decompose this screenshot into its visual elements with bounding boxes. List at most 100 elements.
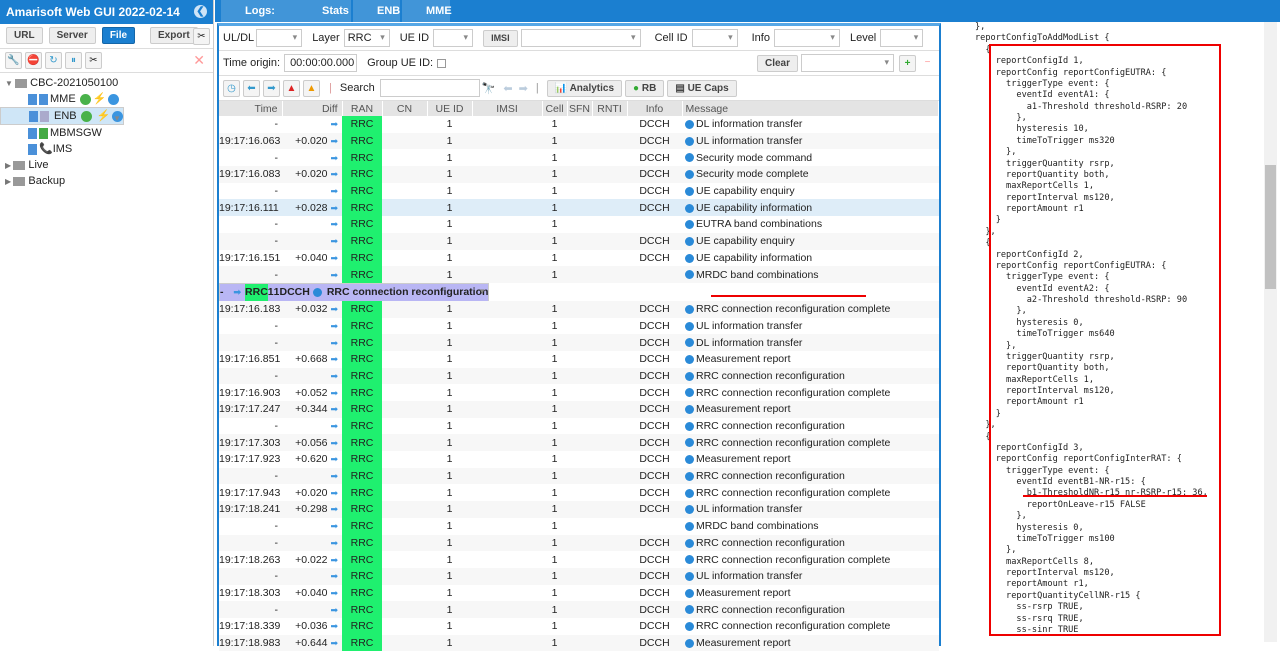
table-row[interactable]: 19:17:18.263 +0.022 ➡ RRC 1 1 DCCH RRC connect… [219,551,939,568]
arrow-left-icon[interactable]: ⬅ [243,79,260,97]
tree-root[interactable]: ▼ CBC-2021050100 [0,75,213,91]
rb-button[interactable]: ● RB [625,79,665,97]
table-row[interactable]: - ➡ RRC 1 1 DCCH UE capability enquiry [219,232,939,250]
col-time[interactable]: Time [219,101,283,116]
table-row[interactable]: 19:17:18.983 +0.644 ➡ RRC 1 1 DCCH Measurement… [219,634,939,651]
table-row[interactable]: - ➡ RRC 1 1 DCCH UL information transfer [219,317,939,335]
tree-item-ims[interactable]: 📞IMS [0,141,213,157]
url-button[interactable]: URL [6,27,43,44]
table-row[interactable]: - ➡ RRC 1 1 DCCH RRC connection reconfigurati… [219,367,939,385]
settings-icon[interactable]: ✂ [193,28,210,45]
tab-stats[interactable]: Stats [298,0,352,22]
table-row[interactable]: - ➡ RRC 1 1 DCCH UE capability enquiry [219,182,939,200]
close-icon[interactable]: ✕ [193,52,205,69]
table-row[interactable]: - ➡ RRC 1 1 DCCH Security mode command [219,149,939,167]
table-row[interactable]: - ➡ RRC 1 1 DCCH RRC connection reconfigurati… [219,534,939,552]
table-row[interactable]: 19:17:16.063 +0.020 ➡ RRC 1 1 DCCH UL informat… [219,132,939,150]
col-diff[interactable]: Diff [282,101,343,116]
warning-icon[interactable]: ▲ [303,79,320,97]
col-cn[interactable]: CN [382,101,428,116]
uecaps-button[interactable]: ▤ UE Caps [667,79,737,97]
col-info[interactable]: Info [627,101,683,116]
info-select[interactable] [773,29,840,47]
layer-select[interactable]: RRC [343,29,390,47]
ueid-select[interactable] [433,29,474,47]
table-row[interactable]: - ➡ RRC 1 1 MRDC band combinations [219,266,939,283]
play-icon[interactable] [112,110,124,122]
remove-icon[interactable]: − [919,55,936,72]
tree-item-mbmsgw[interactable]: MBMSGW [0,125,213,141]
next-icon[interactable]: ➡ [519,82,528,95]
tab-logs[interactable]: Logs: 13416 [221,0,306,39]
cellid-select[interactable] [691,29,738,47]
table-row[interactable]: 19:17:16.083 +0.020 ➡ RRC 1 1 DCCH Security mo… [219,166,939,183]
table-row[interactable]: - ➡ RRC 1 1 EUTRA band combinations [219,216,939,233]
table-row[interactable]: 19:17:16.111 +0.028 ➡ RRC 1 1 DCCH UE capabili… [219,199,939,217]
tree-backup[interactable]: ▶ Backup [0,173,213,189]
export-button[interactable]: Export [150,27,198,44]
collapse-icon[interactable]: ❮ [194,5,207,18]
table-row[interactable]: - ➡ RRC 1 1 DCCH RRC connection reconfigurati… [219,282,490,301]
table-row[interactable]: - ➡ RRC 1 1 DCCH RRC connection reconfigurati… [219,467,939,485]
table-row[interactable]: - ➡ RRC 1 1 DCCH DL information transfer [219,116,939,133]
tree-item-enb[interactable]: ENB ⚡ [0,107,125,126]
table-row[interactable]: 19:17:16.151 +0.040 ➡ RRC 1 1 DCCH UE capabili… [219,249,939,267]
add-icon[interactable]: + [899,54,916,72]
clock-icon[interactable]: ◷ [223,79,240,97]
filter-select[interactable] [801,54,894,72]
table-row[interactable]: - ➡ RRC 1 1 DCCH RRC connection reconfigurati… [219,417,939,435]
imsi-select[interactable] [520,29,641,47]
ran-cell: RRC [342,417,382,435]
rnti-cell [592,518,627,535]
table-row[interactable]: - ➡ RRC 1 1 DCCH UL information transfer [219,567,939,585]
message-cell: Measurement report [682,351,939,368]
tab-enb[interactable]: ENB [353,0,401,22]
table-row[interactable]: - ➡ RRC 1 1 DCCH RRC connection reconfigurati… [219,601,939,618]
table-row[interactable]: 19:17:18.339 +0.036 ➡ RRC 1 1 DCCH RRC connect… [219,617,939,635]
binoculars-icon[interactable]: 🔭 [482,82,496,95]
table-row[interactable]: 19:17:16.183 +0.032 ➡ RRC 1 1 DCCH RRC connect… [219,300,939,318]
search-input[interactable] [379,79,480,97]
imsi-button[interactable]: IMSI [483,29,518,47]
analytics-button[interactable]: 📊 Analytics [546,79,623,97]
play-icon[interactable] [108,93,120,105]
table-row[interactable]: 19:17:17.923 +0.620 ➡ RRC 1 1 DCCH Measurement… [219,451,939,468]
table-row[interactable]: 19:17:16.851 +0.668 ➡ RRC 1 1 DCCH Measurement… [219,350,939,368]
arrow-right-icon[interactable]: ➡ [263,79,280,97]
connect-icon[interactable]: ✂ [85,52,102,69]
table-row[interactable]: 19:17:17.943 +0.020 ➡ RRC 1 1 DCCH RRC connect… [219,484,939,502]
col-message[interactable]: Message [682,101,939,116]
uldl-select[interactable] [256,29,303,47]
scrollbar-thumb[interactable] [1265,165,1276,289]
table-row[interactable]: 19:17:18.303 +0.040 ➡ RRC 1 1 DCCH Measurement… [219,584,939,602]
level-select[interactable] [880,29,924,47]
table-row[interactable]: 19:17:17.303 +0.056 ➡ RRC 1 1 DCCH RRC connect… [219,434,939,452]
col-ueid[interactable]: UE ID [427,101,473,116]
server-button[interactable]: Server [48,27,96,44]
table-row[interactable]: 19:17:16.903 +0.052 ➡ RRC 1 1 DCCH RRC connect… [219,384,939,401]
tree-item-mme[interactable]: MME ⚡ [0,91,213,107]
table-row[interactable]: 19:17:17.247 +0.344 ➡ RRC 1 1 DCCH Measurement… [219,401,939,418]
time-origin-input[interactable]: 00:00:00.000 [284,54,358,72]
col-sfn[interactable]: SFN [567,101,593,116]
col-imsi[interactable]: IMSI [472,101,543,116]
col-ran[interactable]: RAN [342,101,383,116]
pause-icon[interactable]: ⏸ [65,52,82,69]
group-ue-checkbox[interactable] [437,58,447,68]
scrollbar[interactable] [1264,22,1277,642]
ueid-cell: 1 [446,151,453,164]
prev-icon[interactable]: ⬅ [503,82,512,95]
col-cell[interactable]: Cell [542,101,568,116]
tree-live[interactable]: ▶ Live [0,157,213,173]
table-row[interactable]: 19:17:18.241 +0.298 ➡ RRC 1 1 DCCH UL informat… [219,501,939,518]
tab-mme[interactable]: MME [402,0,452,22]
file-button[interactable]: File [101,27,136,44]
table-row[interactable]: - ➡ RRC 1 1 DCCH DL information transfer [219,334,939,351]
stop-icon[interactable]: ⛔ [25,52,42,69]
error-icon[interactable]: ▲ [283,79,300,97]
refresh-icon[interactable]: ↻ [45,52,62,69]
clear-button[interactable]: Clear [756,54,798,72]
table-row[interactable]: - ➡ RRC 1 1 MRDC band combinations [219,517,939,535]
wrench-icon[interactable]: 🔧 [5,52,22,69]
col-rnti[interactable]: RNTI [592,101,628,116]
